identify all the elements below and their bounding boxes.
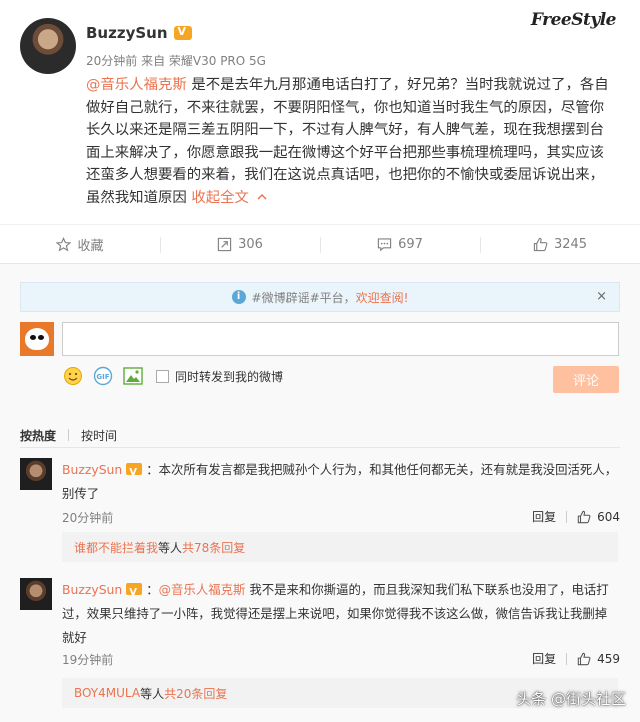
commenter-avatar[interactable] — [20, 458, 52, 490]
comment-button[interactable]: 697 — [320, 225, 480, 263]
sort-by-time-tab[interactable]: 按时间 — [81, 427, 117, 444]
comment-body: BuzzySun：本次所有发言都是我把贼孙个人行为，和其他任何都无关，还有就是我… — [62, 458, 618, 506]
image-button[interactable] — [122, 365, 144, 387]
author-avatar[interactable] — [20, 18, 76, 74]
action-divider — [566, 510, 568, 523]
mention-link[interactable]: @音乐人福克斯 — [86, 77, 187, 93]
author-name[interactable]: BuzzySun — [86, 24, 192, 42]
post-body: 是不是去年九月那通电话白打了，好兄弟？当时我就说过了，各自做好自己就行，不来往就… — [86, 77, 609, 206]
reply-button[interactable]: 回复 — [532, 650, 556, 667]
action-divider — [566, 652, 568, 665]
comment-time: 20分钟前 — [62, 511, 114, 525]
image-icon — [123, 367, 143, 385]
comment-time: 19分钟前 — [62, 653, 114, 667]
reply-summary[interactable]: 谁都不能拦着我 等人 共78条回复 — [62, 532, 618, 562]
favorite-label: 收藏 — [77, 238, 104, 254]
post-action-bar: 收藏 306 697 3245 — [0, 224, 640, 264]
close-icon[interactable]: × — [596, 289, 607, 304]
svg-text:GIF: GIF — [96, 373, 109, 381]
gif-icon: GIF — [93, 366, 113, 386]
reply-summary-text: 等人 — [158, 540, 183, 555]
comment-actions: 回复 459 — [532, 650, 620, 667]
star-icon — [56, 236, 72, 251]
commenter-name[interactable]: BuzzySun — [62, 462, 122, 477]
weibo-post: BuzzySun 20分钟前 来自 荣耀V30 PRO 5G FreeStyle… — [0, 0, 640, 224]
vip-badge-icon — [173, 25, 192, 40]
reply-summary-count[interactable]: 共78条回复 — [182, 539, 245, 556]
thumbs-up-icon — [533, 237, 548, 251]
mention-link[interactable]: @音乐人福克斯 — [159, 582, 246, 597]
comment-text: ：本次所有发言都是我把贼孙个人行为，和其他任何都无关，还有就是我没回活死人，别传… — [62, 462, 618, 501]
thumbs-up-icon[interactable] — [577, 652, 591, 666]
gif-button[interactable]: GIF — [92, 365, 114, 387]
like-count: 3245 — [553, 236, 588, 252]
repost-count: 306 — [238, 236, 263, 252]
sort-by-hot-tab[interactable]: 按热度 — [20, 427, 56, 444]
reply-button[interactable]: 回复 — [532, 508, 556, 525]
comment-input[interactable] — [62, 322, 619, 356]
comment-sort-bar: 按热度 按时间 — [20, 426, 117, 444]
collapse-link[interactable]: 收起全文 — [191, 190, 268, 206]
comment-like-count: 604 — [597, 509, 620, 524]
reply-summary-users[interactable]: 谁都不能拦着我 — [74, 539, 158, 556]
rumor-notice-bar: i #微博辟谣#平台， 欢迎查阅! × — [20, 282, 620, 312]
comment-like-count: 459 — [597, 651, 620, 666]
post-text: @音乐人福克斯 是不是去年九月那通电话白打了，好兄弟？当时我就说过了，各自做好自… — [86, 74, 616, 209]
brand-logo: FreeStyle — [530, 10, 617, 30]
reply-summary-count[interactable]: 共20条回复 — [164, 685, 227, 702]
comment-item: BuzzySun：本次所有发言都是我把贼孙个人行为，和其他任何都无关，还有就是我… — [20, 458, 620, 568]
like-button[interactable]: 3245 — [480, 225, 640, 263]
repost-checkbox-label[interactable]: 同时转发到我的微博 — [175, 368, 283, 385]
comment-icon — [377, 237, 392, 251]
rumor-link[interactable]: 欢迎查阅! — [356, 289, 409, 306]
info-icon: i — [231, 290, 246, 304]
rumor-tag[interactable]: #微博辟谣#平台， — [252, 289, 356, 306]
repost-checkbox[interactable] — [156, 369, 169, 383]
avatar-eye-right — [38, 335, 44, 340]
avatar-face — [25, 328, 49, 350]
sort-divider — [68, 429, 70, 441]
repost-icon — [217, 237, 232, 251]
chevron-up-icon — [257, 193, 268, 200]
watermark: 头条 @街头社区 — [516, 690, 626, 708]
author-name-text[interactable]: BuzzySun — [86, 24, 168, 42]
thumbs-up-icon[interactable] — [577, 510, 591, 524]
composer-toolbar: GIF 同时转发到我的微博 — [62, 364, 283, 388]
current-user-avatar — [20, 322, 54, 356]
comment-count: 697 — [398, 236, 423, 252]
repost-button[interactable]: 306 — [160, 225, 320, 263]
commenter-avatar[interactable] — [20, 578, 52, 610]
sort-divider-line — [20, 447, 620, 448]
comment-body: BuzzySun：@音乐人福克斯 我不是来和你撕逼的，而且我深知我们私下联系也没… — [62, 578, 618, 650]
post-meta: 20分钟前 来自 荣耀V30 PRO 5G — [86, 54, 266, 68]
reply-summary-users[interactable]: BOY4MULA — [74, 686, 140, 700]
reply-summary-text: 等人 — [140, 686, 165, 701]
collapse-label[interactable]: 收起全文 — [191, 190, 249, 206]
submit-comment-button[interactable]: 评论 — [553, 366, 619, 393]
emoji-button[interactable] — [62, 365, 84, 387]
comment-text: 我不是来和你撕逼的，而且我深知我们私下联系也没用了，电话打过，效果只维持了一小阵… — [62, 582, 609, 645]
comment-section: i #微博辟谣#平台， 欢迎查阅! × GIF 同时转发到我的微博 评论 按热度 … — [0, 264, 640, 722]
vip-badge-icon — [126, 461, 143, 485]
comment-actions: 回复 604 — [532, 508, 620, 525]
emoji-icon — [64, 367, 82, 385]
avatar-eye-left — [30, 335, 36, 340]
favorite-button[interactable]: 收藏 — [0, 225, 160, 263]
commenter-name[interactable]: BuzzySun — [62, 582, 122, 597]
vip-badge-icon — [126, 581, 143, 605]
